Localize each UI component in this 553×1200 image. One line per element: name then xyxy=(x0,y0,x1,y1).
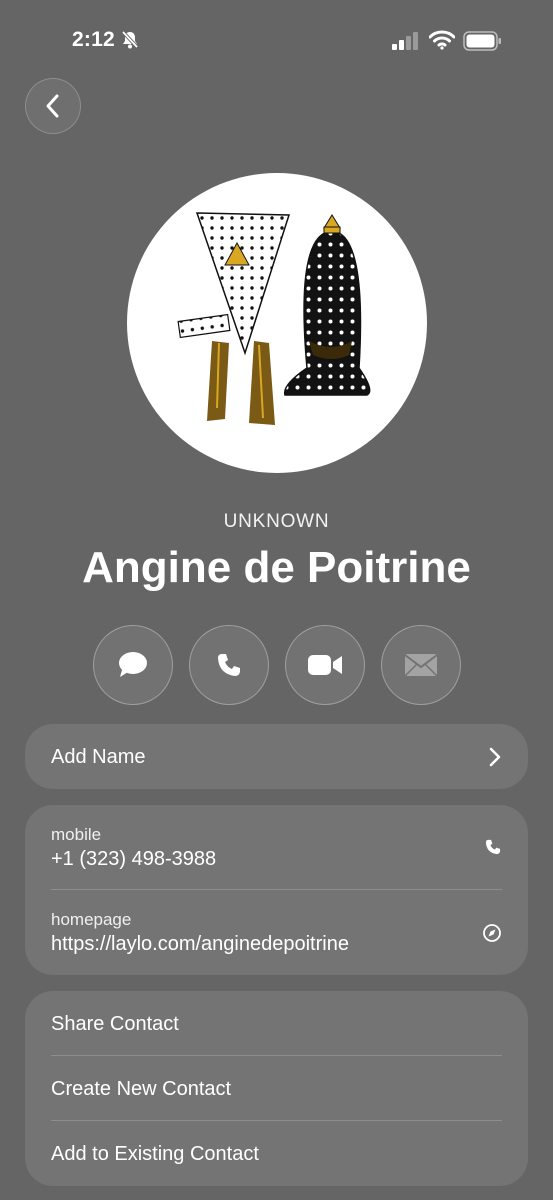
quick-actions xyxy=(93,625,461,705)
wifi-icon xyxy=(428,30,456,50)
contact-subtitle: UNKNOWN xyxy=(223,511,330,532)
share-contact-label: Share Contact xyxy=(51,1013,179,1035)
add-to-existing-contact-row[interactable]: Add to Existing Contact xyxy=(25,1121,528,1186)
video-button[interactable] xyxy=(285,625,365,705)
mobile-label: mobile xyxy=(51,825,102,844)
details-card: mobile +1 (323) 498-3988 homepage https:… xyxy=(25,805,528,975)
chevron-right-icon xyxy=(488,746,502,773)
create-new-contact-label: Create New Contact xyxy=(51,1078,232,1100)
envelope-icon xyxy=(404,654,438,677)
battery-icon xyxy=(463,31,503,51)
call-button[interactable] xyxy=(189,625,269,705)
status-time: 2:12 xyxy=(72,28,115,51)
bell-slash-icon xyxy=(120,30,140,50)
contact-avatar xyxy=(127,173,427,473)
homepage-value[interactable]: https://laylo.com/anginedepoitrine xyxy=(51,933,349,956)
create-new-contact-row[interactable]: Create New Contact xyxy=(25,1056,528,1121)
video-camera-icon xyxy=(308,655,342,675)
message-bubble-icon xyxy=(119,652,147,677)
phone-icon xyxy=(218,654,240,676)
signal-icon xyxy=(392,32,420,50)
options-card: Share Contact Create New Contact Add to … xyxy=(25,991,528,1186)
back-button[interactable] xyxy=(25,78,81,134)
share-contact-row[interactable]: Share Contact xyxy=(25,991,528,1056)
message-button[interactable] xyxy=(93,625,173,705)
chevron-left-icon xyxy=(46,94,59,118)
mobile-value[interactable]: +1 (323) 498-3988 xyxy=(51,848,216,871)
contact-name: Angine de Poitrine xyxy=(82,543,471,592)
add-name-row[interactable]: Add Name xyxy=(25,724,528,789)
add-name-label: Add Name xyxy=(51,746,146,768)
mail-button[interactable] xyxy=(381,625,461,705)
homepage-label: homepage xyxy=(51,910,132,929)
phone-icon[interactable] xyxy=(484,838,502,861)
compass-icon[interactable] xyxy=(482,923,502,948)
homepage-row[interactable]: homepage https://laylo.com/anginedepoitr… xyxy=(25,890,528,975)
add-to-existing-contact-label: Add to Existing Contact xyxy=(51,1143,259,1165)
status-bar: 2:12 xyxy=(0,0,553,80)
mobile-row[interactable]: mobile +1 (323) 498-3988 xyxy=(25,805,528,890)
